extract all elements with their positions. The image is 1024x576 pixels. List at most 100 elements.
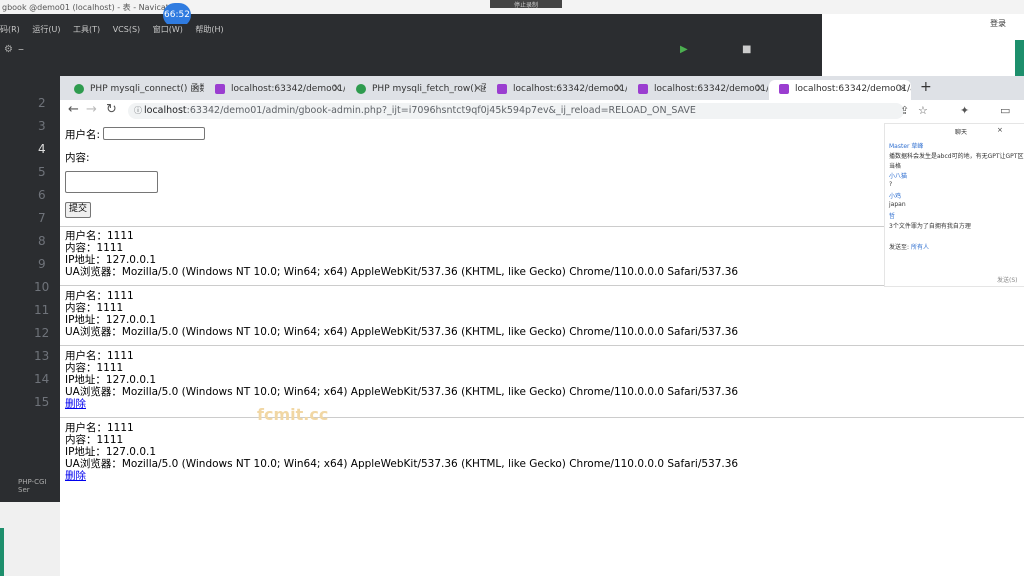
line-number: 5	[38, 165, 46, 179]
run-icon[interactable]: ▶	[680, 44, 688, 55]
submit-button[interactable]: 提交	[65, 202, 91, 218]
login-button[interactable]: 登录	[990, 18, 1006, 29]
browser-tab[interactable]: PHP mysqli_fetch_row() 函数 | ×	[346, 80, 486, 100]
browser-tab-active[interactable]: localhost:63342/demo01/adn ×	[769, 80, 911, 100]
chat-line: 播数据科会发生是abcd可的地，有无GPT让GPT区可	[889, 153, 1024, 160]
entry-user: 用户名：1111	[65, 230, 134, 242]
watermark-text: fcmit.cc	[257, 405, 329, 424]
stop-icon[interactable]: ■	[742, 44, 751, 55]
message-entry: 用户名：1111 内容：1111 IP地址：127.0.0.1 UA浏览器：Mo…	[65, 350, 738, 410]
message-entry: 用户名：1111 内容：1111 IP地址：127.0.0.1 UA浏览器：Mo…	[65, 230, 738, 278]
divider	[60, 285, 1024, 286]
line-number: 11	[34, 303, 50, 317]
page-content: 用户名: 内容: 提交 用户名：1111 内容：1111 IP地址：127.0.…	[60, 122, 1024, 576]
url-field[interactable]: ⓘ localhost:63342/demo01/admin/gbook-adm…	[128, 103, 904, 119]
profile-icon[interactable]: ▭	[1000, 104, 1010, 117]
divider	[60, 417, 1024, 418]
extensions-icon[interactable]: ✦	[960, 104, 969, 117]
tab-label: localhost:63342/demo01/adn	[513, 84, 627, 94]
browser-tab[interactable]: localhost:63342/demo01/gbo ×	[628, 80, 768, 100]
close-icon[interactable]: ×	[474, 80, 482, 98]
line-number-gutter: 2 3 4 5 6 7 8 9 10 11 12 13 14 15	[0, 62, 60, 502]
back-icon[interactable]: ←	[68, 102, 79, 117]
line-number: 6	[38, 188, 46, 202]
share-icon[interactable]: ⇪	[900, 104, 909, 117]
favicon-icon	[638, 84, 648, 94]
url-host: localhost	[144, 105, 187, 116]
chat-line: ?	[889, 181, 893, 188]
ide-menubar: 码(R) 运行(U) 工具(T) VCS(S) 窗口(W) 帮助(H)	[0, 24, 822, 40]
chat-send-to-label: 发送至:	[889, 244, 910, 251]
close-icon[interactable]: ×	[192, 80, 200, 98]
taskbar-area	[0, 502, 60, 576]
close-icon[interactable]: ×	[997, 126, 1003, 134]
line-number: 8	[38, 234, 46, 248]
ide-menu-run[interactable]: 运行(U)	[32, 25, 60, 34]
address-bar: ← → ↻ ⓘ localhost:63342/demo01/admin/gbo…	[60, 100, 1024, 123]
bookmark-star-icon[interactable]: ☆	[918, 104, 928, 117]
browser-tab[interactable]: PHP mysqli_connect() 函数 | 菜 ×	[64, 80, 204, 100]
chat-line: 小八猫	[889, 173, 908, 180]
entry-ip: IP地址：127.0.0.1	[65, 314, 157, 326]
tab-label: PHP mysqli_fetch_row() 函数 |	[372, 84, 486, 94]
line-number: 3	[38, 119, 46, 133]
chat-line: japan	[889, 201, 906, 208]
info-icon[interactable]: ⓘ	[134, 103, 142, 119]
ide-toolbar: ⚙ – ▶ ■	[0, 40, 822, 62]
minimize-icon[interactable]: –	[18, 42, 24, 56]
browser-tab[interactable]: localhost:63342/demo01/gbo ×	[205, 80, 345, 100]
close-icon[interactable]: ×	[899, 80, 907, 98]
ide-menu-code[interactable]: 码(R)	[0, 25, 20, 34]
chat-line: Master 草峰	[889, 143, 924, 150]
browser-window: PHP mysqli_connect() 函数 | 菜 × localhost:…	[60, 76, 1024, 576]
chat-title: 聊天	[955, 129, 968, 136]
chat-send-button[interactable]: 发送(S)	[997, 275, 1018, 284]
entry-user: 用户名：1111	[65, 422, 134, 434]
favicon-icon	[74, 84, 84, 94]
ide-menu-help[interactable]: 帮助(H)	[195, 25, 223, 34]
favicon-icon	[779, 84, 789, 94]
message-entry: 用户名：1111 内容：1111 IP地址：127.0.0.1 UA浏览器：Mo…	[65, 290, 738, 338]
green-corner	[0, 528, 4, 576]
browser-tab[interactable]: localhost:63342/demo01/adn ×	[487, 80, 627, 100]
run-config-label[interactable]: PHP-CGI Ser	[18, 478, 60, 494]
line-number: 14	[34, 372, 50, 386]
close-icon[interactable]: ×	[333, 80, 341, 98]
entry-ua: UA浏览器：Mozilla/5.0 (Windows NT 10.0; Win6…	[65, 326, 739, 338]
ide-menu-tools[interactable]: 工具(T)	[73, 25, 100, 34]
username-input[interactable]	[103, 127, 205, 140]
chat-line: 小鸡	[889, 193, 902, 200]
content-textarea[interactable]	[65, 171, 158, 193]
line-number: 15	[34, 395, 50, 409]
line-number: 9	[38, 257, 46, 271]
tab-strip: PHP mysqli_connect() 函数 | 菜 × localhost:…	[60, 76, 1024, 100]
favicon-icon	[215, 84, 225, 94]
navicat-title: gbook @demo01 (localhost) - 表 - Navicat …	[2, 3, 177, 12]
reload-icon[interactable]: ↻	[106, 102, 117, 117]
content-label: 内容:	[65, 152, 90, 164]
recording-badge[interactable]: 停止录制	[490, 0, 562, 9]
close-icon[interactable]: ×	[615, 80, 623, 98]
entry-content: 内容：1111	[65, 302, 124, 314]
divider	[60, 226, 1024, 227]
entry-content: 内容：1111	[65, 242, 124, 254]
close-icon[interactable]: ×	[756, 80, 764, 98]
ide-menu-vcs[interactable]: VCS(S)	[113, 25, 140, 34]
entry-ip: IP地址：127.0.0.1	[65, 374, 157, 386]
chat-recipient-select[interactable]: 所有人	[911, 242, 929, 251]
delete-link[interactable]: 删除	[65, 398, 738, 410]
entry-ua: UA浏览器：Mozilla/5.0 (Windows NT 10.0; Win6…	[65, 266, 739, 278]
gear-icon[interactable]: ⚙	[4, 44, 13, 55]
forward-icon[interactable]: →	[86, 102, 97, 117]
ide-menu-window[interactable]: 窗口(W)	[153, 25, 183, 34]
line-number: 12	[34, 326, 50, 340]
tab-label: localhost:63342/demo01/adn	[795, 84, 911, 94]
new-tab-button[interactable]: +	[920, 79, 932, 95]
chat-line: 3个文件罪为了自拥有我自方理	[889, 223, 971, 230]
tab-label: localhost:63342/demo01/gbo	[654, 84, 768, 94]
line-number: 10	[34, 280, 50, 294]
message-entry: 用户名：1111 内容：1111 IP地址：127.0.0.1 UA浏览器：Mo…	[65, 422, 738, 482]
chat-line: 当格	[889, 163, 902, 170]
delete-link[interactable]: 删除	[65, 470, 738, 482]
entry-ip: IP地址：127.0.0.1	[65, 254, 157, 266]
